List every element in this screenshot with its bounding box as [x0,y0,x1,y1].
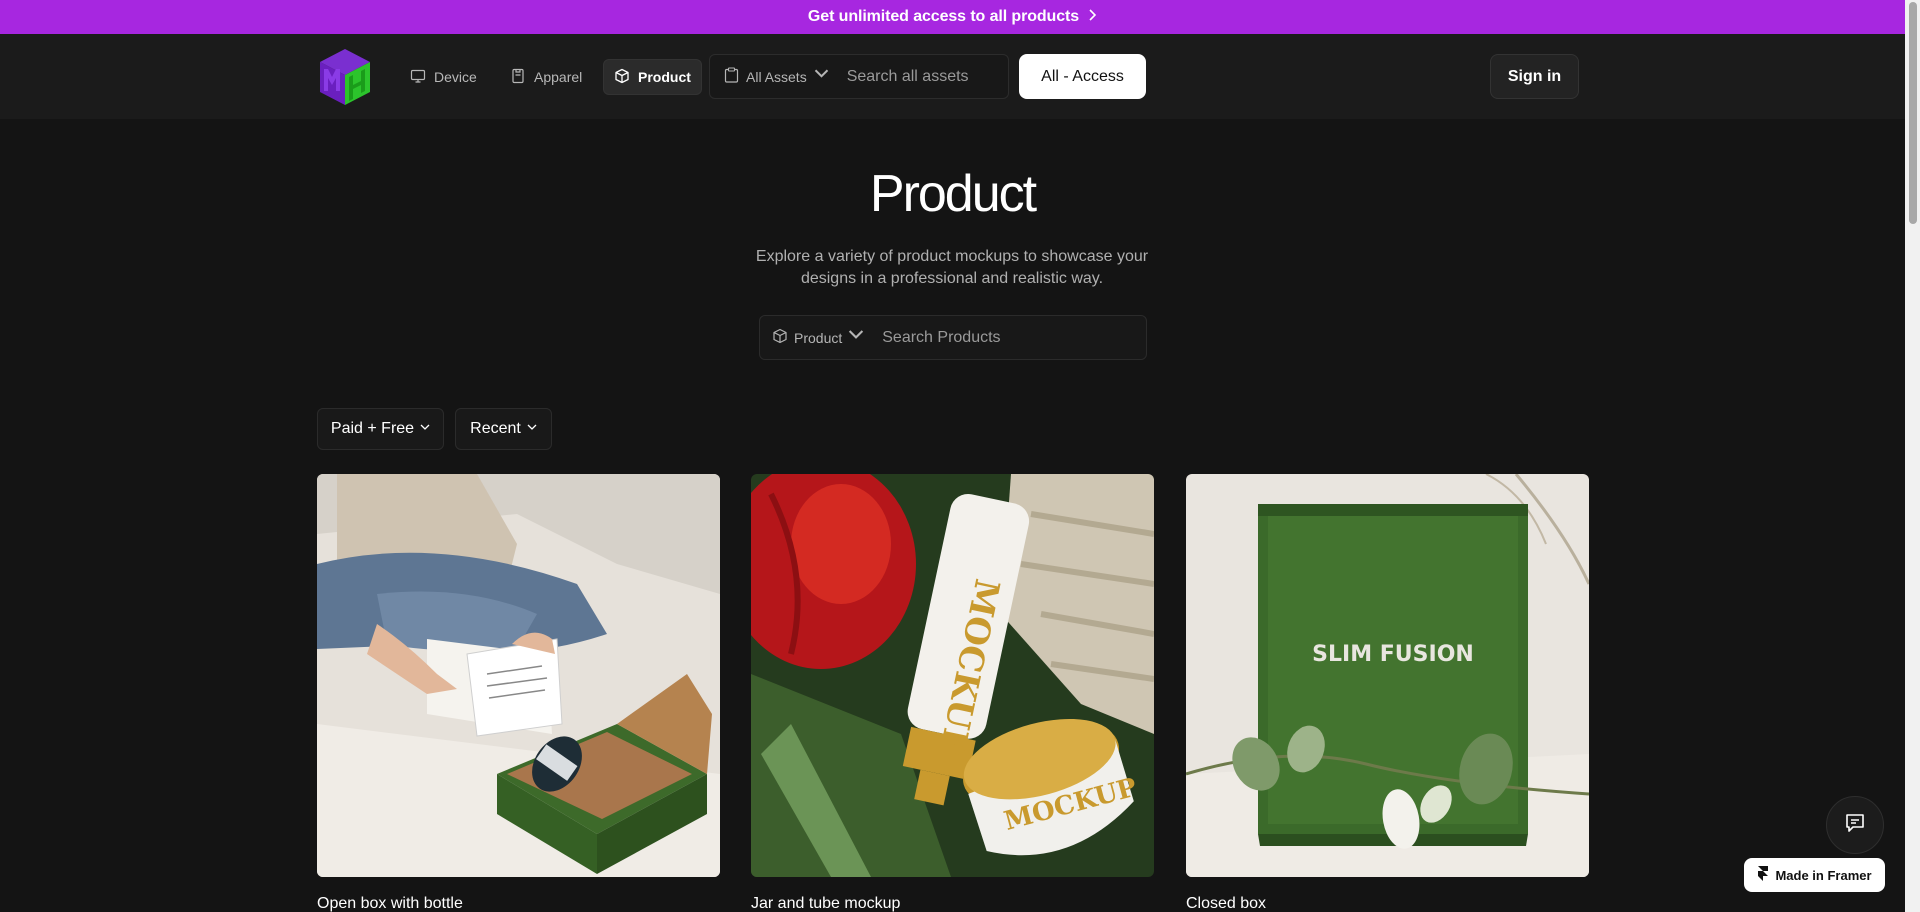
product-card-image[interactable] [317,474,720,877]
card-title[interactable]: Jar and tube mockup [751,895,900,912]
box-icon [772,328,788,347]
logo-icon[interactable] [318,47,372,107]
sort-label: Recent [470,420,521,437]
chevron-down-icon [814,66,829,85]
framer-logo-icon [1757,866,1769,884]
nav-item-label: Device [434,69,477,85]
chat-icon [1844,812,1866,839]
card-title[interactable]: Open box with bottle [317,895,463,912]
nav-item-label: Apparel [534,69,583,85]
box-icon [614,68,630,87]
chevron-down-icon [527,423,537,434]
assets-category-label: All Assets [746,68,807,85]
promo-banner[interactable]: Get unlimited access to all products [0,0,1905,34]
price-filter-label: Paid + Free [330,420,415,437]
clipboard-icon [724,67,739,86]
shirt-icon [510,68,526,87]
nav-item-product[interactable]: Product [603,59,702,95]
assets-category-dropdown[interactable]: All Assets [724,67,829,86]
sort-dropdown[interactable]: Recent [455,408,552,450]
chevron-right-icon [1087,8,1097,26]
promo-banner-text: Get unlimited access to all products [807,8,1080,25]
product-card-image[interactable]: SLIM FUSION [1186,474,1589,877]
card-title[interactable]: Closed box [1186,895,1266,912]
chevron-down-icon [420,423,430,434]
nav-item-apparel[interactable]: Apparel [500,59,592,95]
made-in-framer-badge[interactable]: Made in Framer [1744,858,1885,892]
monitor-icon [410,68,426,87]
framer-badge-label: Made in Framer [1775,867,1872,883]
assets-search-bar[interactable]: All Assets Search all assets [709,54,1009,99]
product-category-dropdown[interactable]: Product [772,328,864,347]
price-filter-dropdown[interactable]: Paid + Free [317,408,444,450]
product-card-image[interactable]: MOCKUP MOCKUP [751,474,1154,877]
page-title: Product [869,165,1037,223]
product-search-bar[interactable]: Product Search Products [759,315,1147,360]
product-category-label: Product [794,329,843,346]
scrollbar-thumb[interactable] [1909,2,1917,224]
all-access-button[interactable]: All - Access [1019,54,1146,99]
box-brand-text: SLIM FUSION [1312,642,1474,667]
product-search-input[interactable]: Search Products [882,329,1000,347]
assets-search-input[interactable]: Search all assets [847,68,969,86]
nav-item-label: Product [638,69,691,85]
page-subtitle: Explore a variety of product mockups to … [755,248,1149,287]
nav-item-device[interactable]: Device [400,59,487,95]
chevron-down-icon [848,327,864,346]
chat-button[interactable] [1826,796,1884,854]
sign-in-button[interactable]: Sign in [1490,54,1579,99]
